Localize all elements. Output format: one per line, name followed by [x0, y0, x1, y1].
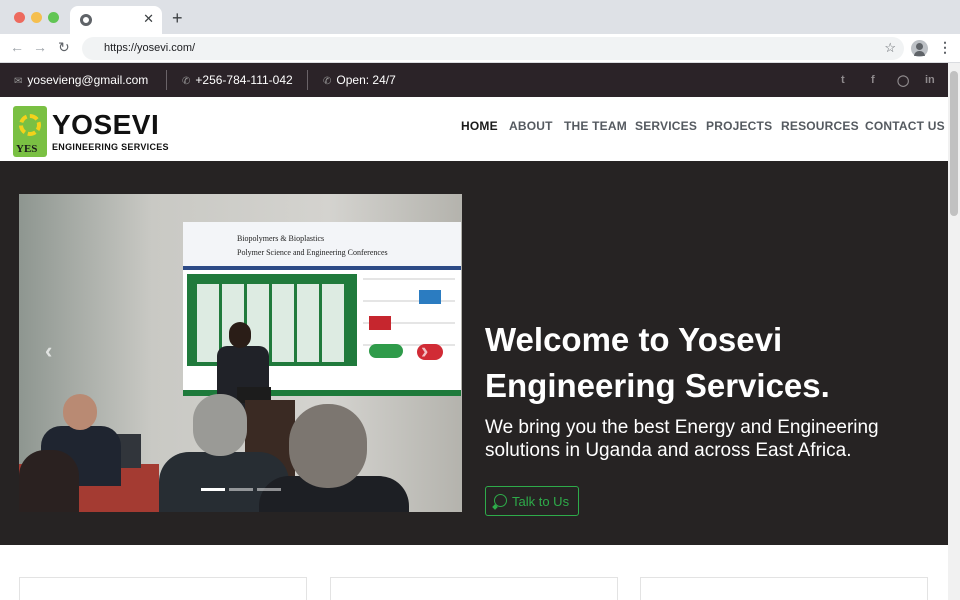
- nav-about[interactable]: ABOUT: [509, 119, 553, 133]
- chrome-icon: [80, 14, 92, 26]
- nav-the-team[interactable]: THE TEAM: [564, 119, 627, 133]
- hours-text: Open: 24/7: [336, 73, 396, 87]
- phone-icon: ✆: [182, 76, 191, 87]
- hero-subtitle: We bring you the best Energy and Enginee…: [485, 417, 879, 461]
- partner-logo: [369, 344, 403, 358]
- audience-figure: [193, 394, 247, 456]
- hero-title: Welcome to Yosevi Engineering Services.: [485, 317, 925, 409]
- bookmark-star-icon[interactable]: ☆: [884, 40, 896, 56]
- audience-figure: [19, 450, 79, 512]
- divider: [307, 70, 308, 90]
- close-tab-icon[interactable]: ✕: [143, 11, 154, 27]
- service-card[interactable]: [19, 577, 307, 600]
- opening-hours: ✆ Open: 24/7: [323, 73, 396, 87]
- carousel-indicator[interactable]: [229, 488, 253, 491]
- instagram-icon[interactable]: ◯: [897, 74, 909, 87]
- nav-projects[interactable]: PROJECTS: [706, 119, 772, 133]
- page-scrollbar[interactable]: [948, 63, 960, 600]
- maximize-window-button[interactable]: [48, 12, 59, 23]
- new-tab-button[interactable]: +: [172, 8, 183, 29]
- facebook-icon[interactable]: f: [871, 74, 875, 86]
- minimize-window-button[interactable]: [31, 12, 42, 23]
- whatsapp-icon: [494, 494, 507, 507]
- carousel-prev-icon[interactable]: ‹: [45, 338, 52, 364]
- address-bar-url[interactable]: https://yosevi.com/: [104, 42, 195, 54]
- partner-logo: [419, 290, 441, 304]
- service-card[interactable]: [640, 577, 928, 600]
- nav-resources[interactable]: RESOURCES: [781, 119, 859, 133]
- browser-tab[interactable]: ✕: [70, 6, 162, 34]
- image-carousel[interactable]: Biopolymers & Bioplastics Polymer Scienc…: [19, 194, 462, 512]
- talk-to-us-button[interactable]: Talk to Us: [485, 486, 579, 516]
- hero-section: Biopolymers & Bioplastics Polymer Scienc…: [0, 161, 948, 545]
- back-arrow-icon[interactable]: ←: [10, 39, 24, 55]
- logo-name[interactable]: YOSEVI: [52, 109, 159, 141]
- address-bar[interactable]: https://yosevi.com/ ☆: [82, 37, 904, 60]
- page-viewport: ✉ yosevieng@gmail.com ✆ +256-784-111-042 ✆…: [0, 63, 948, 600]
- nav-contact-us[interactable]: CONTACT US: [865, 119, 945, 133]
- close-window-button[interactable]: [14, 12, 25, 23]
- nav-services[interactable]: SERVICES: [635, 119, 697, 133]
- nav-home[interactable]: HOME: [461, 119, 498, 133]
- twitter-icon[interactable]: t: [841, 74, 845, 86]
- linkedin-icon[interactable]: in: [925, 74, 935, 86]
- carousel-indicator[interactable]: [201, 488, 225, 491]
- yosevi-logo-mark[interactable]: YES: [13, 106, 47, 157]
- sun-icon: [19, 114, 41, 136]
- site-header: YES YOSEVI ENGINEERING SERVICES HOME ABO…: [0, 97, 948, 161]
- browser-menu-icon[interactable]: ⋮: [938, 39, 952, 56]
- email-contact[interactable]: ✉ yosevieng@gmail.com: [14, 73, 148, 87]
- phone-icon: ✆: [323, 76, 332, 87]
- browser-tab-bar: ✕ +: [0, 0, 960, 34]
- phone-contact[interactable]: ✆ +256-784-111-042: [182, 73, 293, 87]
- talk-to-us-label: Talk to Us: [512, 494, 570, 509]
- scrollbar-thumb[interactable]: [950, 71, 958, 216]
- email-text: yosevieng@gmail.com: [27, 73, 149, 87]
- browser-toolbar: ← → ↻ https://yosevi.com/ ☆ ⋮: [0, 34, 960, 63]
- envelope-icon: ✉: [14, 76, 23, 87]
- banner-line-2: Polymer Science and Engineering Conferen…: [237, 248, 388, 257]
- phone-text: +256-784-111-042: [195, 73, 293, 87]
- speaker-figure: [229, 322, 251, 348]
- carousel-next-icon[interactable]: ›: [421, 338, 428, 364]
- top-info-bar: ✉ yosevieng@gmail.com ✆ +256-784-111-042 ✆…: [0, 63, 948, 97]
- forward-arrow-icon[interactable]: →: [33, 39, 47, 55]
- hero-title-line: Engineering Services.: [485, 367, 830, 404]
- logo-tagline: ENGINEERING SERVICES: [52, 142, 169, 152]
- reload-icon[interactable]: ↻: [58, 39, 70, 56]
- profile-avatar-icon[interactable]: [911, 40, 928, 57]
- banner-line-1: Biopolymers & Bioplastics: [237, 234, 325, 243]
- banner-header: Biopolymers & Bioplastics Polymer Scienc…: [183, 222, 461, 270]
- audience-figure: [63, 394, 97, 430]
- logo-mark-text: YES: [16, 143, 38, 155]
- partner-logo: [369, 316, 391, 330]
- audience-figure: [289, 404, 367, 488]
- hero-title-line: Welcome to Yosevi: [485, 321, 783, 358]
- carousel-indicator[interactable]: [257, 488, 281, 491]
- divider: [166, 70, 167, 90]
- service-card[interactable]: [330, 577, 618, 600]
